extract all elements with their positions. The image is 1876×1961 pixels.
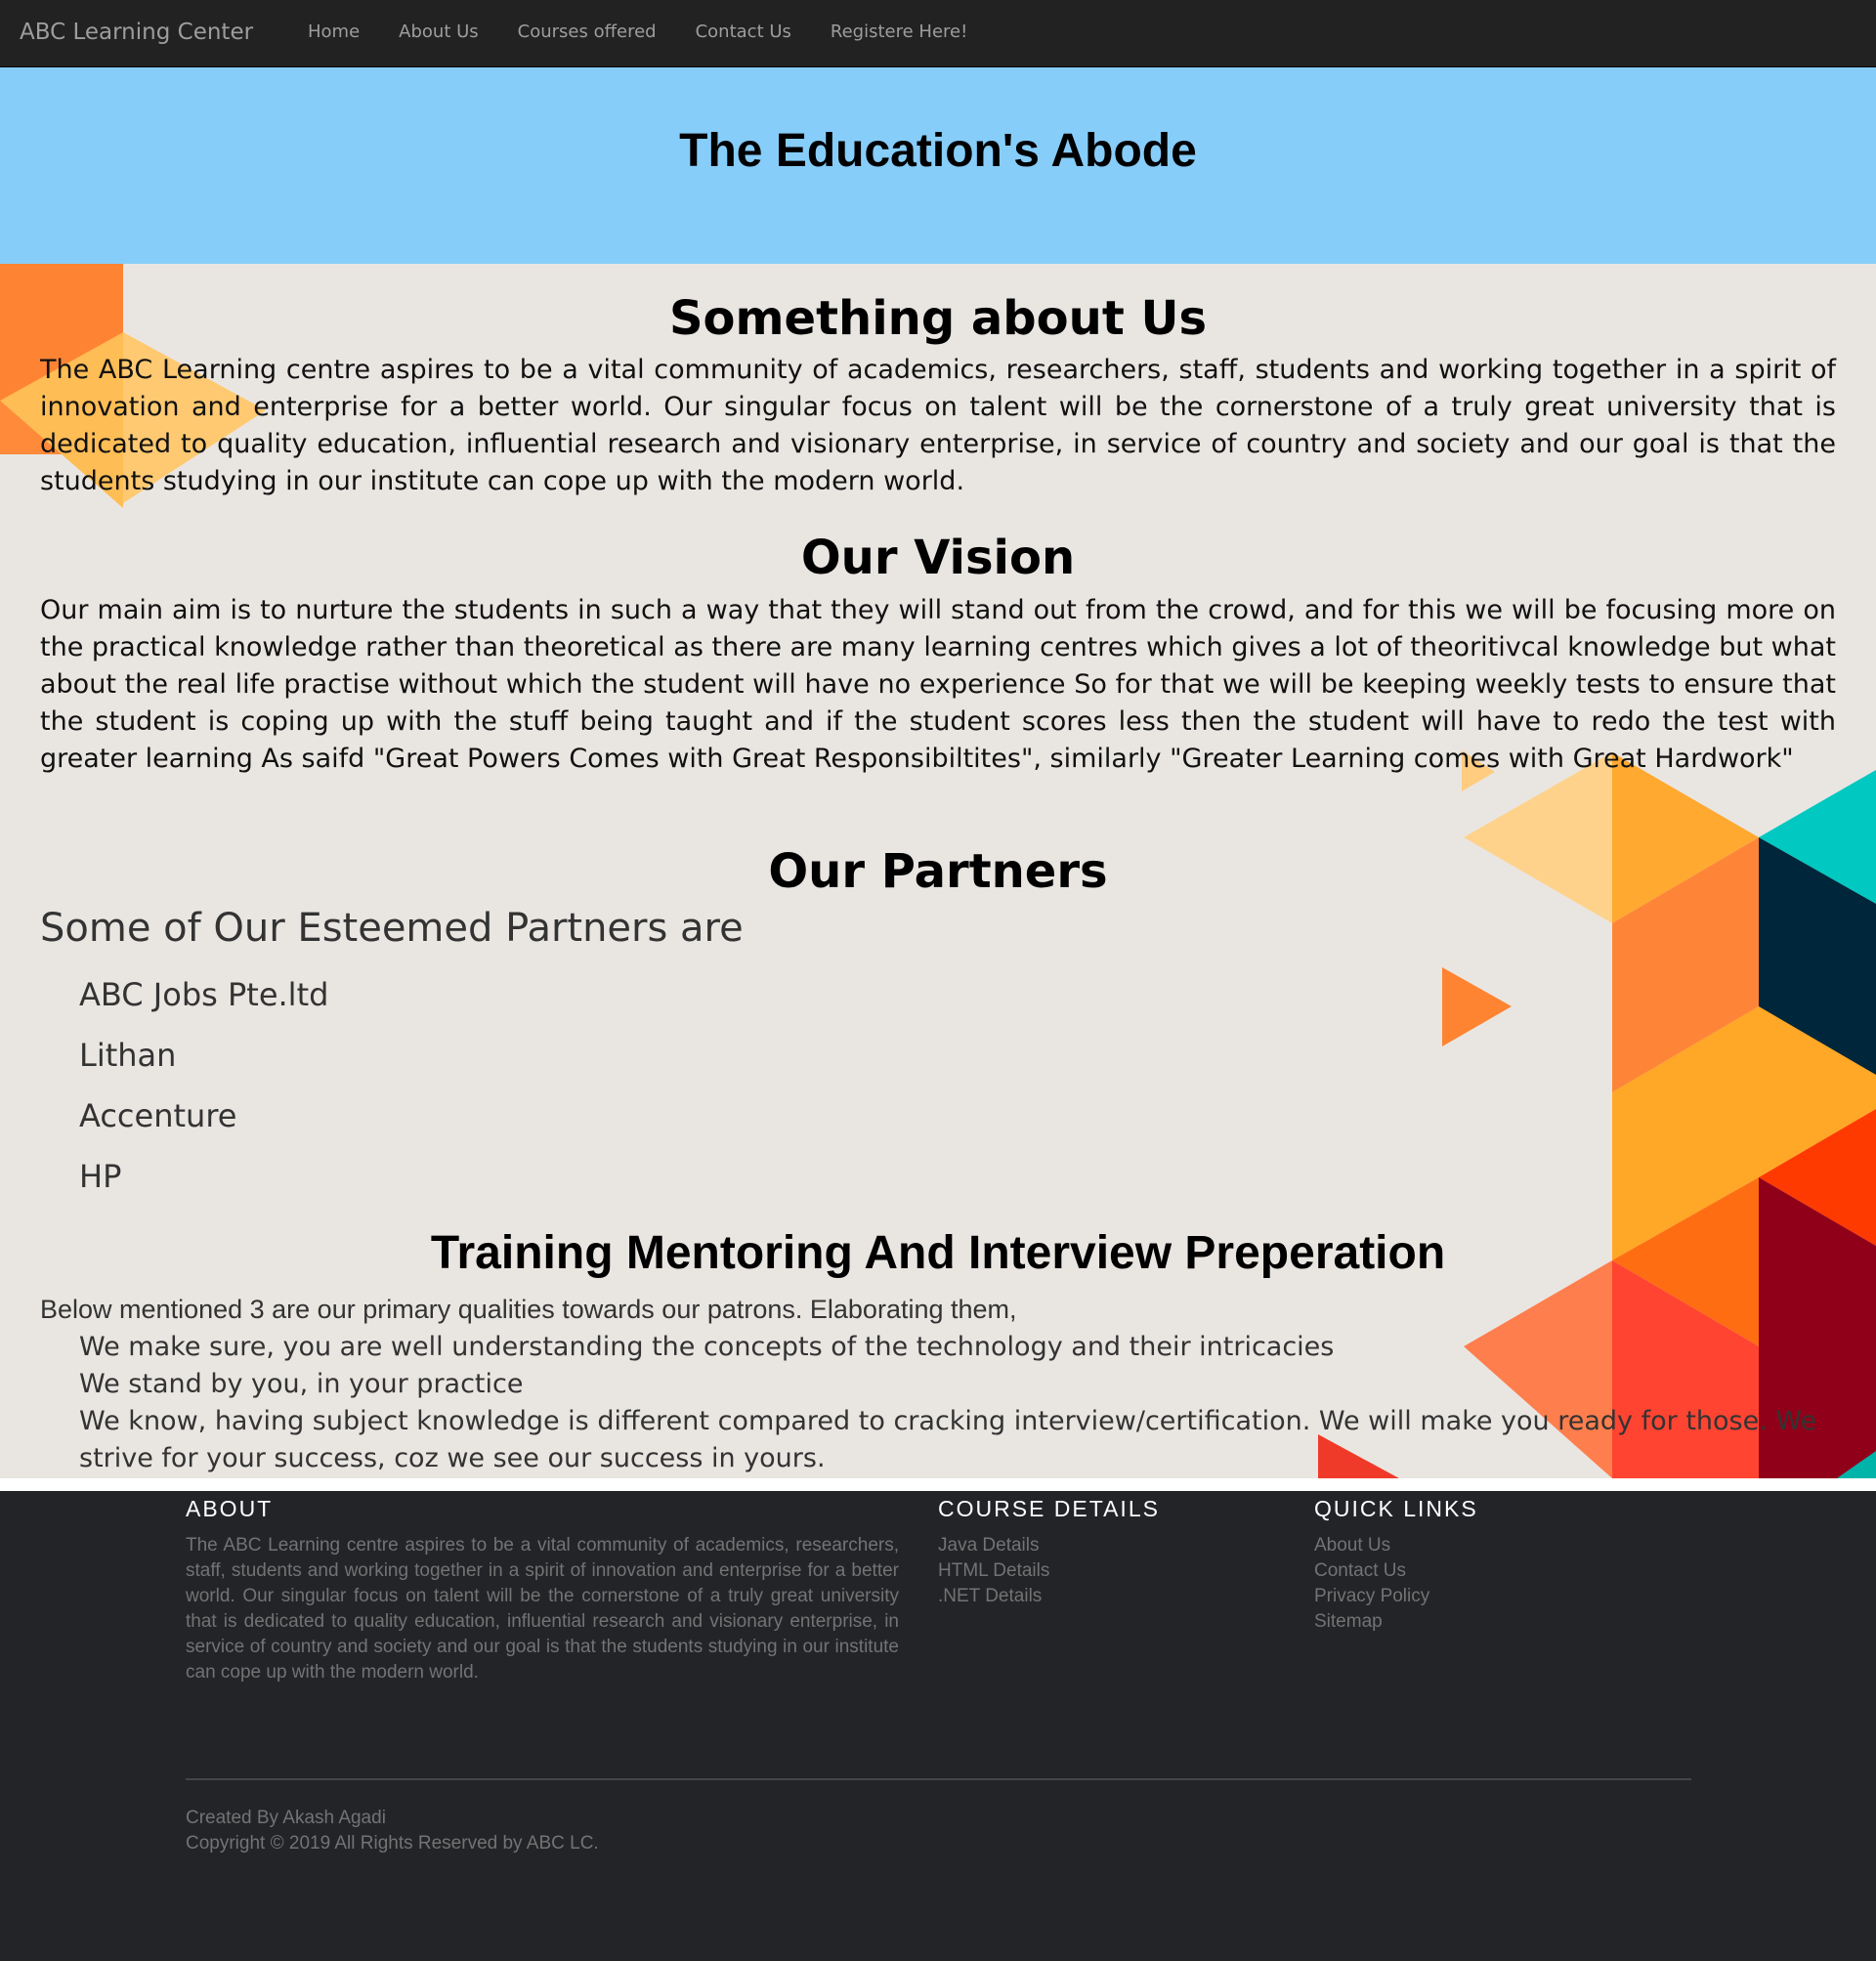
footer-link-privacy-policy[interactable]: Privacy Policy: [1314, 1584, 1429, 1609]
nav-item-home[interactable]: Home: [288, 0, 379, 66]
quality-item: We stand by you, in your practice: [79, 1369, 524, 1399]
partner-item: Accenture: [79, 1097, 237, 1134]
footer-about-title: ABOUT: [186, 1496, 274, 1521]
partner-item: Lithan: [79, 1037, 177, 1074]
footer-link-sitemap[interactable]: Sitemap: [1314, 1609, 1429, 1635]
footer-link-contact-us[interactable]: Contact Us: [1314, 1558, 1429, 1584]
footer-copyright: Copyright © 2019 All Rights Reserved by …: [186, 1833, 599, 1854]
deco-shape: [1837, 1451, 1876, 1478]
footer-course-links: Java Details HTML Details .NET Details: [938, 1533, 1049, 1609]
navbar: ABC Learning Center Home About Us Course…: [0, 0, 1876, 67]
nav-item-register[interactable]: Registere Here!: [811, 0, 987, 66]
footer-link-about-us[interactable]: About Us: [1314, 1533, 1429, 1558]
footer-about-text: The ABC Learning centre aspires to be a …: [186, 1535, 899, 1683]
footer: ABOUT The ABC Learning centre aspires to…: [0, 1491, 1876, 1961]
vision-title: Our Vision: [800, 531, 1076, 585]
quality-item: We make sure, you are well understanding…: [79, 1332, 1335, 1362]
partner-item: ABC Jobs Pte.ltd: [79, 976, 329, 1013]
training-title: Training Mentoring And Interview Prepera…: [430, 1227, 1446, 1279]
footer-quick-links: About Us Contact Us Privacy Policy Sitem…: [1314, 1533, 1429, 1635]
nav-item-courses-offered[interactable]: Courses offered: [498, 0, 676, 66]
deco-shape: [1442, 967, 1512, 1046]
footer-quick-title: QUICK LINKS: [1314, 1496, 1478, 1521]
about-title: Something about Us: [668, 291, 1208, 346]
footer-divider: [186, 1778, 1691, 1780]
nav-menu: Home About Us Courses offered Contact Us…: [288, 0, 987, 66]
hero-banner: The Education's Abode: [0, 67, 1876, 264]
training-intro: Below mentioned 3 are our primary qualit…: [40, 1295, 1017, 1324]
nav-item-contact-us[interactable]: Contact Us: [676, 0, 811, 66]
brand-link[interactable]: ABC Learning Center: [20, 0, 253, 66]
footer-separator: [0, 1478, 1876, 1491]
qualities-list: We make sure, you are well understanding…: [79, 1329, 1836, 1477]
footer-link-dotnet[interactable]: .NET Details: [938, 1584, 1049, 1609]
deco-shape: [1612, 1006, 1876, 1260]
footer-course-title: COURSE DETAILS: [938, 1496, 1160, 1521]
partners-intro: Some of Our Esteemed Partners are: [40, 906, 744, 951]
footer-link-java[interactable]: Java Details: [938, 1533, 1049, 1558]
quality-item: We know, having subject knowledge is dif…: [79, 1406, 1817, 1473]
nav-item-about-us[interactable]: About Us: [379, 0, 498, 66]
footer-link-html[interactable]: HTML Details: [938, 1558, 1049, 1584]
partners-title: Our Partners: [768, 844, 1108, 899]
footer-created-by: Created By Akash Agadi: [186, 1808, 386, 1828]
vision-text: Our main aim is to nurture the students …: [40, 595, 1836, 774]
partner-item: HP: [79, 1158, 122, 1195]
hero-title: The Education's Abode: [679, 125, 1197, 177]
deco-shape: [1759, 1109, 1876, 1246]
partners-list: ABC Jobs Pte.ltd Lithan Accenture HP: [79, 975, 328, 1217]
about-text: The ABC Learning centre aspires to be a …: [40, 355, 1836, 496]
